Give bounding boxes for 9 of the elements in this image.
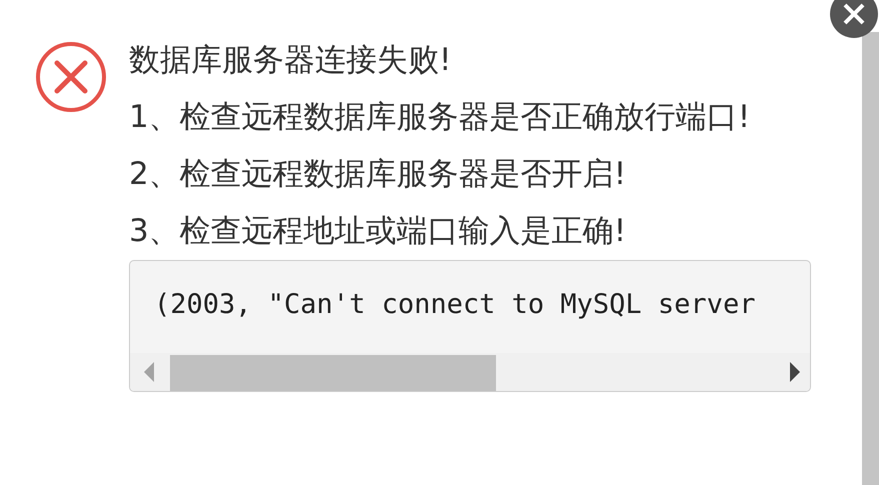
error-detail: (2003, "Can't connect to MySQL server: [153, 288, 756, 322]
dialog-title: 数据库服务器连接失败!: [129, 41, 452, 80]
hint-text: 3、检查远程地址或端口输入是正确!: [129, 212, 628, 251]
scroll-right-icon[interactable]: [790, 362, 800, 382]
hint-text: 1、检查远程数据库服务器是否正确放行端口!: [129, 98, 752, 137]
close-icon[interactable]: [829, 0, 879, 40]
scrollbar-thumb[interactable]: [170, 355, 496, 391]
error-icon: [35, 41, 107, 113]
hint-text: 2、检查远程数据库服务器是否开启!: [129, 155, 628, 194]
